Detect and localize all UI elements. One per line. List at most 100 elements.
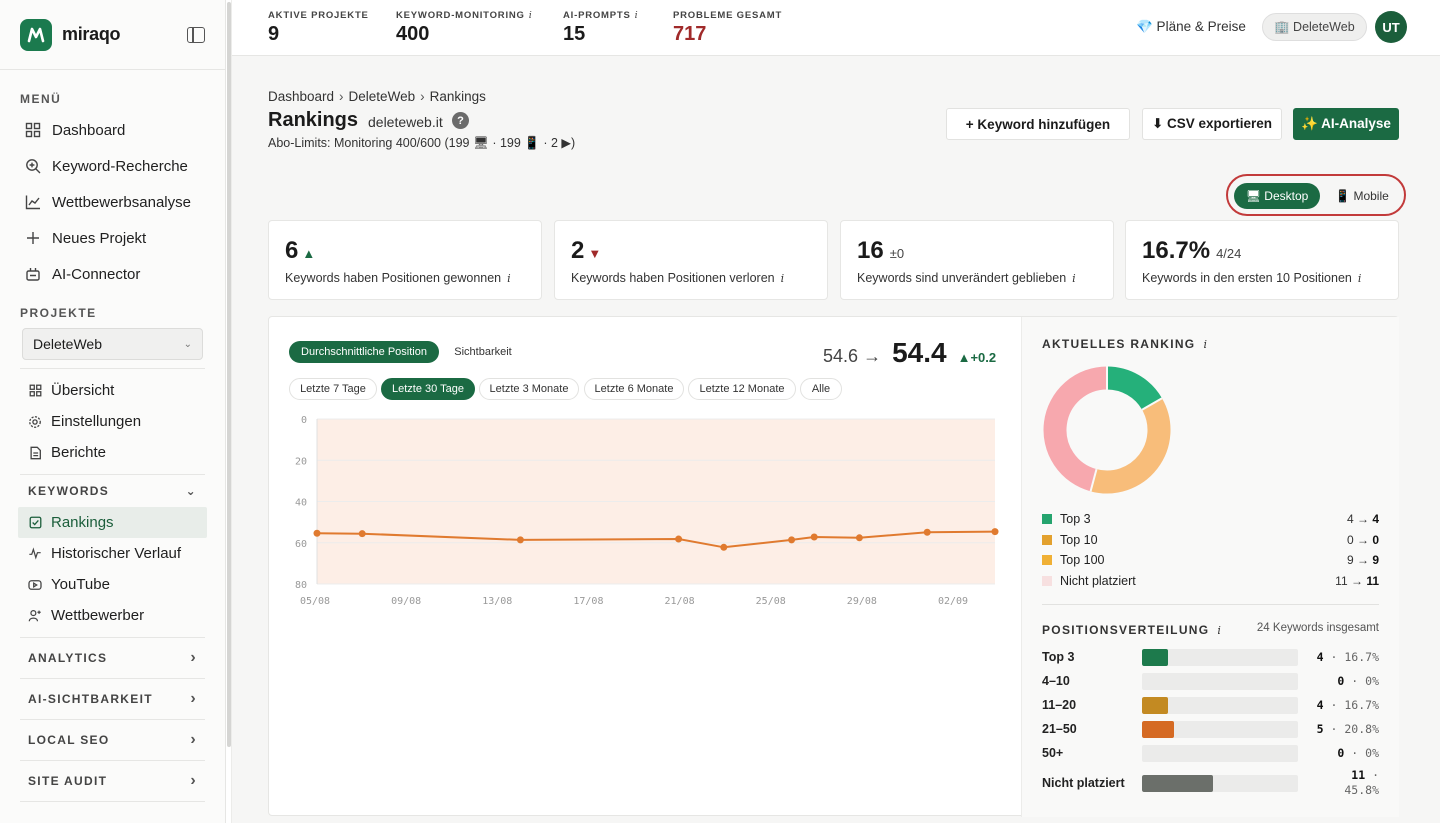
- donut-slice-top-100[interactable]: [1090, 398, 1171, 494]
- arrow-icon: →: [863, 346, 882, 366]
- sidebar-item-dashboard[interactable]: Dashboard: [0, 112, 225, 148]
- sidebar-item--bersicht[interactable]: Übersicht: [0, 375, 225, 406]
- desktop-toggle-button[interactable]: 🖥 Desktop: [1234, 183, 1320, 209]
- legend-to: 11: [1366, 573, 1379, 588]
- summary-card-text-row: Keywords sind unverändert geblieben i: [857, 271, 1076, 285]
- mobile-toggle-button[interactable]: 📱 Mobile: [1324, 183, 1400, 209]
- add-keyword-button[interactable]: + Keyword hinzufügen: [946, 108, 1130, 140]
- separator-dot: ·: [1365, 768, 1379, 782]
- distribution-bar-track: [1142, 774, 1298, 792]
- scrollbar-thumb[interactable]: [227, 2, 231, 747]
- breadcrumb-item[interactable]: DeleteWeb: [349, 89, 416, 104]
- distribution-count-value: 4: [1316, 698, 1324, 712]
- info-icon[interactable]: i: [1217, 624, 1221, 637]
- youtube-icon: [28, 578, 42, 592]
- ranking-sidebar: AKTUELLES RANKING i Top 34 → 4 Top 10 0 → 0…: [1021, 317, 1399, 817]
- data-point[interactable]: [358, 530, 366, 538]
- range-filter[interactable]: Alle: [800, 378, 842, 400]
- range-filter[interactable]: Letzte 3 Monate: [479, 378, 579, 400]
- y-tick-label: 20: [295, 456, 307, 467]
- summary-card-value: 16.7%: [1142, 237, 1211, 264]
- workspace-switcher[interactable]: 🏢 DeleteWeb: [1262, 13, 1367, 41]
- sidebar: miraqo MENÜ Dashboard Keyword-Recherche We…: [0, 0, 226, 823]
- project-domain: deleteweb.it: [368, 114, 443, 130]
- legend-values: 9 → 9: [1347, 553, 1379, 567]
- menu-title: MENÜ: [20, 92, 62, 106]
- sidebar-item-label: AI-Connector: [52, 265, 141, 283]
- distribution-pct: 0%: [1365, 746, 1379, 760]
- distribution-bar-fill: [1142, 774, 1214, 792]
- sidebar-item-historischer-verlauf[interactable]: Historischer Verlauf: [0, 538, 225, 569]
- info-icon[interactable]: i: [781, 272, 785, 285]
- info-icon[interactable]: i: [1072, 272, 1076, 285]
- distribution-pct: 20.8%: [1344, 722, 1379, 736]
- info-icon[interactable]: i: [1203, 338, 1207, 351]
- data-point[interactable]: [788, 536, 796, 544]
- sidebar-item-neues-projekt[interactable]: Neues Projekt: [0, 220, 225, 256]
- data-point[interactable]: [855, 534, 863, 542]
- distribution-label: 11–20: [1042, 698, 1077, 712]
- data-point[interactable]: [991, 528, 999, 536]
- data-point[interactable]: [810, 533, 818, 541]
- sidebar-group-site-audit[interactable]: SITE AUDIT ›: [20, 761, 205, 802]
- summary-card-text: Keywords in den ersten 10 Positionen: [1142, 271, 1352, 285]
- legend-from: 4: [1346, 512, 1354, 526]
- data-point[interactable]: [516, 536, 524, 544]
- stat-value: 9: [268, 23, 280, 45]
- sidebar-item-wettbewerber[interactable]: Wettbewerber: [0, 600, 225, 631]
- checkbox-icon: [28, 516, 42, 530]
- separator-dot: ·: [1323, 722, 1345, 736]
- summary-card-text: Keywords sind unverändert geblieben: [857, 271, 1067, 285]
- metric-tab[interactable]: Durchschnittliche Position: [289, 341, 439, 363]
- info-icon[interactable]: i: [1358, 272, 1362, 285]
- help-icon[interactable]: ?: [452, 112, 469, 129]
- x-tick-label: 25/08: [756, 596, 786, 607]
- stat-active-projects: AKTIVE PROJEKTE 9: [268, 10, 369, 46]
- info-icon[interactable]: i: [529, 10, 533, 21]
- ai-analysis-button[interactable]: ✨ AI-Analyse: [1293, 108, 1399, 140]
- topbar: AKTIVE PROJEKTE 9 KEYWORD-MONITORING i 40…: [232, 0, 1440, 56]
- data-point[interactable]: [675, 535, 683, 543]
- rankings-panel: Durchschnittliche Position Sichtbarkeit 5…: [268, 316, 1399, 817]
- ranking-title-text: AKTUELLES RANKING: [1042, 337, 1196, 351]
- avatar[interactable]: UT: [1375, 11, 1407, 43]
- donut-slice-nicht-platziert[interactable]: [1043, 366, 1108, 492]
- data-point[interactable]: [313, 529, 321, 537]
- legend-from: 0: [1346, 532, 1354, 547]
- project-select[interactable]: DeleteWeb ⌄: [22, 328, 203, 360]
- collapse-sidebar-icon[interactable]: [187, 26, 205, 43]
- info-icon[interactable]: i: [507, 272, 511, 285]
- range-filter[interactable]: Letzte 7 Tage: [289, 378, 377, 400]
- distribution-count: 0 · 0%: [1337, 674, 1379, 688]
- keywords-group-header[interactable]: KEYWORDS ⌄: [0, 475, 225, 507]
- breadcrumb-item[interactable]: Dashboard: [268, 89, 334, 104]
- export-csv-button[interactable]: ⬇ CSV exportieren: [1142, 108, 1282, 140]
- distribution-row: 11–20 4 · 16.7%: [1042, 693, 1379, 717]
- range-filter[interactable]: Letzte 30 Tage: [381, 378, 475, 400]
- metric-tab[interactable]: Sichtbarkeit: [443, 341, 523, 363]
- sidebar-group-ai-sichtbarkeit[interactable]: AI-SICHTBARKEIT ›: [20, 679, 205, 720]
- summary-card-text-row: Keywords haben Positionen gewonnen i: [285, 271, 511, 285]
- sidebar-item-label: Übersicht: [51, 382, 115, 399]
- sidebar-item-keyword-recherche[interactable]: Keyword-Recherche: [0, 148, 225, 184]
- sidebar-item-youtube[interactable]: YouTube: [0, 569, 225, 600]
- sidebar-item-rankings[interactable]: Rankings: [18, 507, 207, 538]
- sidebar-group-local-seo[interactable]: LOCAL SEO ›: [20, 720, 205, 761]
- summary-card-text-row: Keywords in den ersten 10 Positionen i: [1142, 271, 1361, 285]
- data-point[interactable]: [720, 543, 728, 551]
- info-icon[interactable]: i: [635, 10, 639, 21]
- donut-slice-top-3[interactable]: [1106, 366, 1162, 411]
- sidebar-item-ai-connector[interactable]: AI-Connector: [0, 256, 225, 292]
- sidebar-item-wettbewerbsanalyse[interactable]: Wettbewerbsanalyse: [0, 184, 225, 220]
- sidebar-item-berichte[interactable]: Berichte: [0, 437, 225, 468]
- x-tick-label: 13/08: [482, 596, 512, 607]
- sidebar-item-einstellungen[interactable]: Einstellungen: [0, 406, 225, 437]
- legend-values: 0 → 0: [1347, 533, 1379, 547]
- data-point[interactable]: [923, 528, 931, 536]
- logo-icon[interactable]: [20, 18, 52, 51]
- range-filter[interactable]: Letzte 12 Monate: [688, 378, 796, 400]
- sidebar-group-analytics[interactable]: ANALYTICS ›: [20, 638, 205, 679]
- logo-row: miraqo: [0, 0, 225, 70]
- range-filter[interactable]: Letzte 6 Monate: [584, 378, 684, 400]
- plans-link[interactable]: 💎 Pläne & Preise: [1136, 19, 1246, 35]
